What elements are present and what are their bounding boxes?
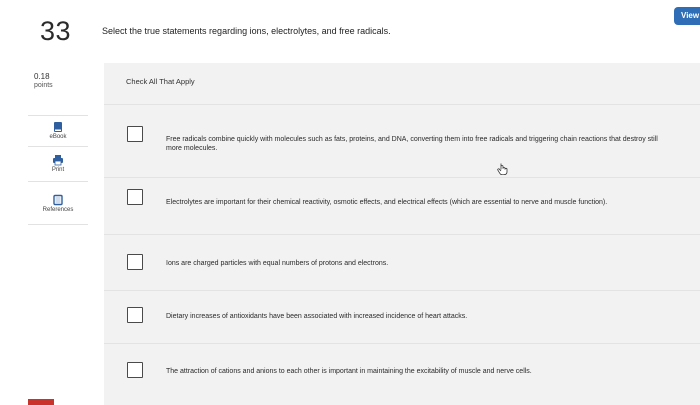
points-label: points [34,82,53,89]
rail-divider [28,115,88,116]
rail-divider [28,181,88,182]
ebook-label: eBook [49,134,67,140]
book-icon [52,120,64,132]
option-checkbox[interactable] [127,126,143,142]
rail-divider [28,224,88,225]
option-divider [104,177,700,178]
option-divider [104,104,700,105]
rail-divider [28,146,88,147]
print-label: Print [51,167,65,173]
question-prompt: Select the true statements regarding ion… [102,26,391,36]
question-number: 33 [40,16,72,46]
hand-cursor-icon [497,162,509,180]
references-icon [52,193,64,206]
option-text: Electrolytes are important for their che… [166,199,608,206]
print-tool[interactable]: Print [28,153,88,173]
option-text: The attraction of cations and anions to … [166,368,532,375]
references-label: References [42,207,74,213]
option-checkbox[interactable] [127,189,143,205]
option-text: Free radicals combine quickly with molec… [166,136,658,152]
ebook-tool[interactable]: eBook [28,120,88,140]
publisher-logo [28,399,54,405]
check-all-instruction: Check All That Apply [126,77,195,86]
option-text: Dietary increases of antioxidants have b… [166,313,468,320]
option-checkbox[interactable] [127,254,143,270]
option-divider [104,234,700,235]
points-value: 0.18 [34,72,50,81]
view-button[interactable]: View [674,7,700,25]
option-checkbox[interactable] [127,307,143,323]
printer-icon [52,153,64,166]
question-page: 33 Select the true statements regarding … [0,0,700,405]
references-tool[interactable]: References [28,193,88,213]
option-divider [104,290,700,291]
option-checkbox[interactable] [127,362,143,378]
option-text: Ions are charged particles with equal nu… [166,260,389,267]
option-divider [104,343,700,344]
